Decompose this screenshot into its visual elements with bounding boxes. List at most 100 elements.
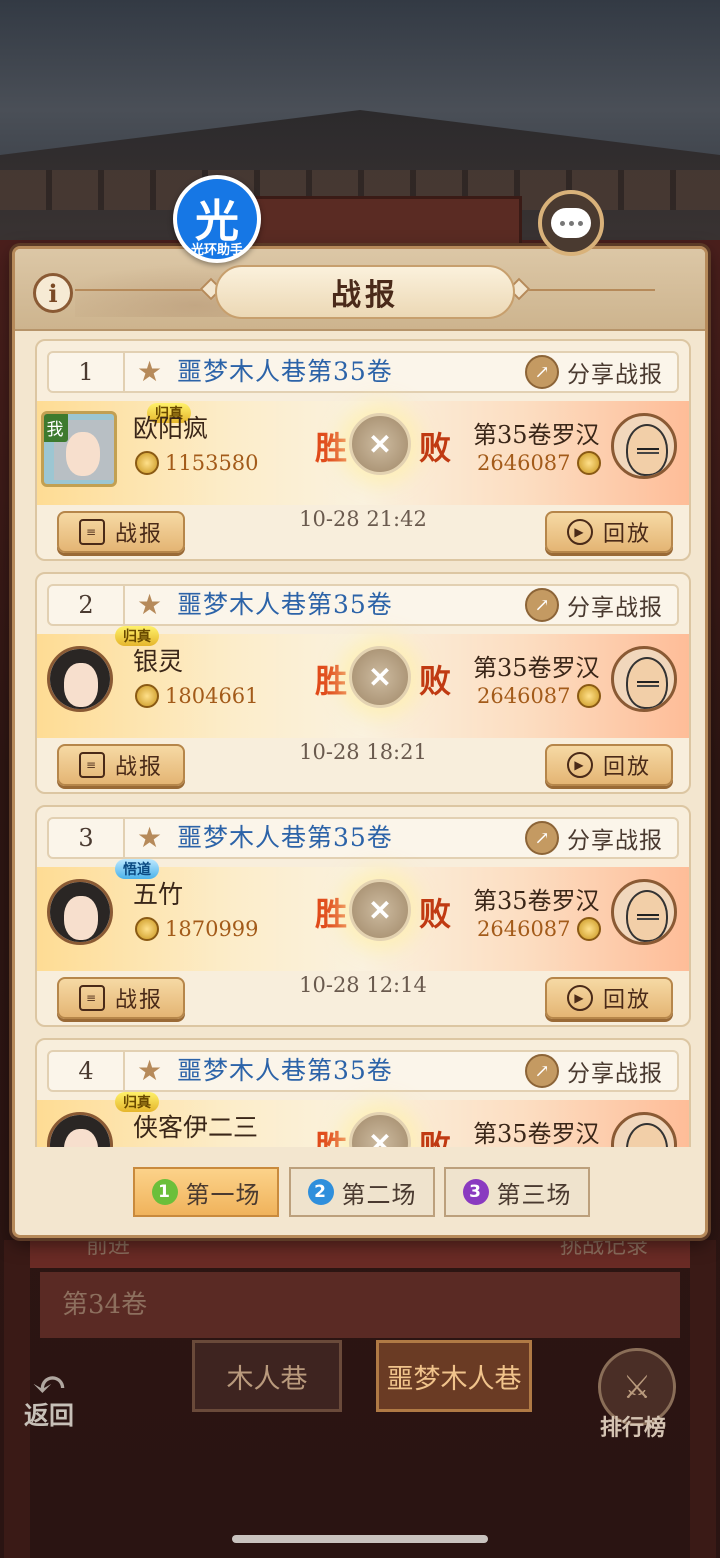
- halo-assistant-button[interactable]: 光 光环助手: [173, 175, 261, 263]
- tab-round-3[interactable]: 3 第三场: [444, 1167, 590, 1217]
- player-name: 银灵: [133, 647, 184, 676]
- star-icon: ★: [137, 588, 163, 621]
- opponent-name: 第35卷罗汉: [473, 887, 600, 915]
- share-report-button[interactable]: ↗ 分享战报: [525, 586, 663, 624]
- tab-wooden-alley[interactable]: 木人巷: [192, 1340, 342, 1412]
- battle-report-button[interactable]: ≡ 战报: [57, 744, 185, 786]
- play-icon: ▶: [566, 752, 593, 778]
- dialog-title: 战报: [331, 278, 399, 313]
- title-ornament-right: [515, 289, 655, 291]
- battle-record-card: 4 ★ 噩梦木人巷第35卷 ↗ 分享战报 归真 侠客伊二三 胜 ✕ 败 第35卷…: [35, 1038, 691, 1147]
- opponent-avatar[interactable]: [611, 879, 677, 945]
- halo-assistant-caption: 光环助手: [190, 243, 243, 258]
- record-stage: 噩梦木人巷第35卷: [177, 357, 393, 386]
- share-label: 分享战报: [567, 828, 663, 854]
- share-report-button[interactable]: ↗ 分享战报: [525, 819, 663, 857]
- opponent-avatar[interactable]: [611, 1112, 677, 1147]
- opponent-name: 第35卷罗汉: [473, 421, 600, 449]
- crossed-swords-icon: ✕: [349, 879, 411, 941]
- monk-face: [626, 890, 668, 942]
- star-icon: ★: [137, 355, 163, 388]
- battle-record-card: 1 ★ 噩梦木人巷第35卷 ↗ 分享战报 我 归真 欧阳疯 1153580 胜 …: [35, 339, 691, 561]
- battle-report-button[interactable]: ≡ 战报: [57, 511, 185, 553]
- fight-summary: 归真 银灵 1804661 胜 ✕ 败 第35卷罗汉 2646087: [37, 626, 689, 738]
- player-power: 1870999: [135, 917, 259, 941]
- list-icon: ≡: [78, 985, 105, 1011]
- replay-button[interactable]: ▶ 回放: [545, 744, 673, 786]
- back-label: 返回: [24, 1401, 75, 1430]
- pillar-right: [690, 1240, 716, 1558]
- list-icon: ≡: [78, 752, 105, 778]
- player-avatar[interactable]: [47, 879, 113, 945]
- player-power: 1804661: [135, 684, 259, 708]
- lose-label: 败: [419, 1128, 452, 1147]
- lose-label: 败: [419, 429, 452, 467]
- battle-record-list[interactable]: 1 ★ 噩梦木人巷第35卷 ↗ 分享战报 我 归真 欧阳疯 1153580 胜 …: [35, 339, 691, 1147]
- replay-button[interactable]: ▶ 回放: [545, 511, 673, 553]
- round-number-badge: 3: [462, 1179, 489, 1205]
- win-label: 胜: [315, 895, 348, 933]
- share-label: 分享战报: [567, 595, 663, 621]
- play-icon: ▶: [566, 519, 593, 545]
- crossed-swords-icon: ✕: [349, 1112, 411, 1147]
- info-icon[interactable]: i: [33, 273, 73, 313]
- replay-button[interactable]: ▶ 回放: [545, 977, 673, 1019]
- battle-record-card: 3 ★ 噩梦木人巷第35卷 ↗ 分享战报 悟道 五竹 1870999 胜 ✕ 败…: [35, 805, 691, 1027]
- face: [64, 896, 98, 940]
- record-index: 3: [49, 819, 125, 857]
- monk-face: [626, 1123, 668, 1147]
- opponent-avatar[interactable]: [611, 413, 677, 479]
- monk-face: [626, 424, 668, 476]
- share-report-button[interactable]: ↗ 分享战报: [525, 353, 663, 391]
- background-stage-label: 第34卷: [62, 1290, 148, 1320]
- player-name: 五竹: [133, 880, 184, 909]
- home-indicator[interactable]: [232, 1535, 488, 1543]
- player-power-value: 1804661: [165, 684, 259, 708]
- tab-round-1[interactable]: 1 第一场: [133, 1167, 279, 1217]
- star-icon: ★: [137, 821, 163, 854]
- share-icon: ↗: [525, 1054, 559, 1088]
- report-label: 战报: [114, 755, 163, 780]
- round-number-badge: 2: [307, 1179, 334, 1205]
- battle-report-button[interactable]: ≡ 战报: [57, 977, 185, 1019]
- title-plaque: 战报: [215, 265, 515, 319]
- record-stage: 噩梦木人巷第35卷: [177, 1056, 393, 1085]
- player-power: 1153580: [135, 451, 259, 475]
- power-icon: [576, 451, 601, 475]
- fight-summary: 归真 侠客伊二三 胜 ✕ 败 第35卷罗汉: [37, 1092, 689, 1147]
- opponent-power-value: 2646087: [477, 917, 571, 941]
- leaderboard-label: 排行榜: [600, 1415, 667, 1441]
- chat-button[interactable]: [538, 190, 604, 256]
- player-name: 欧阳疯: [133, 414, 209, 443]
- lose-label: 败: [419, 662, 452, 700]
- fight-summary: 悟道 五竹 1870999 胜 ✕ 败 第35卷罗汉 2646087: [37, 859, 689, 971]
- tab-nightmare-alley[interactable]: 噩梦木人巷: [376, 1340, 532, 1412]
- share-icon: ↗: [525, 355, 559, 389]
- lose-label: 败: [419, 895, 452, 933]
- player-avatar[interactable]: 我: [41, 411, 117, 487]
- power-icon: [135, 917, 159, 941]
- list-icon: ≡: [78, 519, 105, 545]
- replay-label: 回放: [602, 522, 651, 547]
- record-index: 2: [49, 586, 125, 624]
- record-stage: 噩梦木人巷第35卷: [177, 823, 393, 852]
- opponent-name: 第35卷罗汉: [473, 1120, 600, 1147]
- share-label: 分享战报: [567, 1061, 663, 1087]
- leaderboard-button[interactable]: ⚔ 排行榜: [590, 1348, 686, 1441]
- battle-record-card: 2 ★ 噩梦木人巷第35卷 ↗ 分享战报 归真 银灵 1804661 胜 ✕ 败…: [35, 572, 691, 794]
- share-icon: ↗: [525, 821, 559, 855]
- player-avatar[interactable]: [47, 646, 113, 712]
- report-label: 战报: [114, 522, 163, 547]
- win-label: 胜: [315, 1128, 348, 1147]
- player-avatar[interactable]: [47, 1112, 113, 1147]
- player-power-value: 1870999: [165, 917, 259, 941]
- opponent-power: 2646087: [477, 684, 601, 708]
- round-number-badge: 1: [151, 1179, 178, 1205]
- share-report-button[interactable]: ↗ 分享战报: [525, 1052, 663, 1090]
- player-name: 侠客伊二三: [133, 1113, 259, 1142]
- opponent-avatar[interactable]: [611, 646, 677, 712]
- tab-round-2-label: 第二场: [341, 1180, 417, 1209]
- back-button[interactable]: ↶ 返回: [18, 1360, 96, 1430]
- tab-round-2[interactable]: 2 第二场: [289, 1167, 435, 1217]
- opponent-power-value: 2646087: [477, 451, 571, 475]
